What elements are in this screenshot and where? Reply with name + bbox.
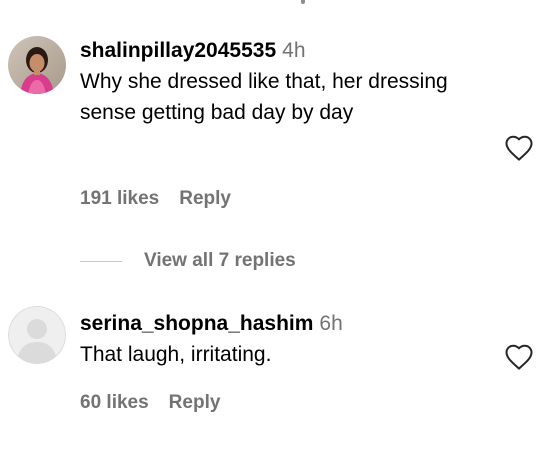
default-avatar-placeholder — [8, 306, 66, 364]
likes-count[interactable]: 60 likes — [80, 392, 149, 413]
reply-button[interactable]: Reply — [169, 392, 221, 413]
timestamp[interactable]: 6h — [319, 312, 342, 335]
view-replies-button[interactable]: View all 7 replies — [80, 248, 296, 274]
heart-outline-icon[interactable] — [504, 134, 534, 162]
likes-count[interactable]: 191 likes — [80, 188, 159, 209]
comment-actions: 60 likes Reply — [80, 392, 220, 414]
comment-text: That laugh, irritating. — [80, 343, 272, 366]
reply-button[interactable]: Reply — [179, 188, 231, 209]
comment-text: Why she dressed like that, her dressing … — [80, 70, 448, 124]
username[interactable]: serina_shopna_hashim — [80, 312, 313, 335]
comment-actions: 191 likes Reply — [80, 188, 231, 210]
heart-outline-icon[interactable] — [504, 343, 534, 371]
comment-header: serina_shopna_hashim 6h — [80, 311, 500, 337]
comment-content: serina_shopna_hashim 6h That laugh, irrit… — [80, 311, 500, 370]
view-replies-label: View all 7 replies — [144, 250, 296, 271]
profile-photo — [8, 36, 66, 94]
avatar[interactable] — [8, 36, 66, 94]
avatar[interactable] — [8, 306, 66, 364]
divider-line — [80, 260, 122, 262]
username[interactable]: shalinpillay2045535 — [80, 39, 276, 62]
comment-content: shalinpillay2045535 4h Why she dressed li… — [80, 38, 500, 128]
scroll-indicator — [301, 0, 305, 4]
timestamp[interactable]: 4h — [282, 39, 305, 62]
comment-header: shalinpillay2045535 4h — [80, 38, 500, 64]
